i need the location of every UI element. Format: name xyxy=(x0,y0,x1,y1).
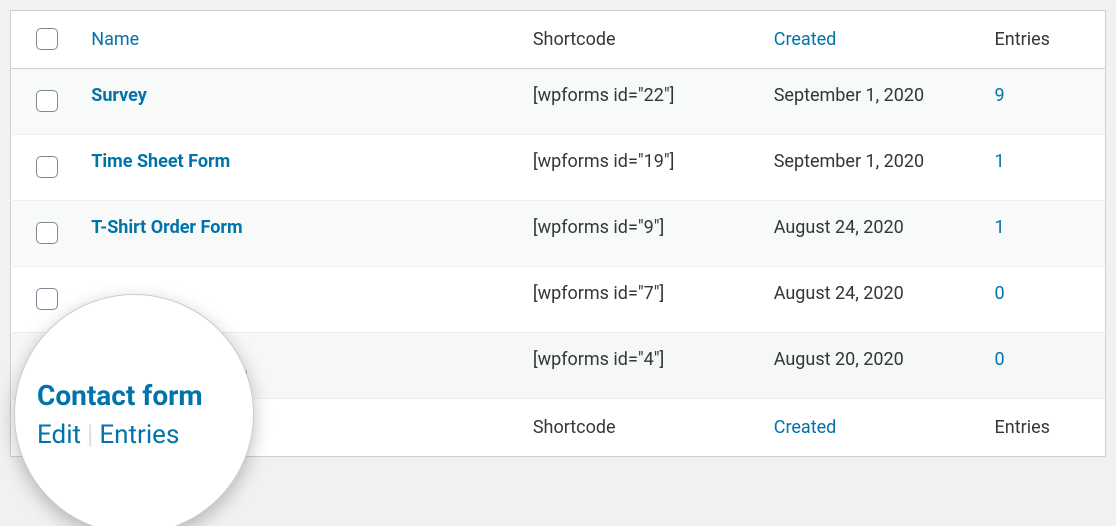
form-title-link[interactable]: Time Sheet Form xyxy=(91,151,230,172)
magnified-row-actions: Edit|Entries xyxy=(37,420,253,450)
table-row: T-Shirt Order Form [wpforms id="9"]August… xyxy=(11,201,1106,267)
header-select-all[interactable] xyxy=(11,11,82,69)
shortcode-cell: [wpforms id="4"] xyxy=(523,333,764,399)
magnified-edit-action[interactable]: Edit xyxy=(37,420,81,450)
header-shortcode: Shortcode xyxy=(523,11,764,69)
shortcode-cell: [wpforms id="9"] xyxy=(523,201,764,267)
magnified-entries-action[interactable]: Entries xyxy=(99,420,179,450)
magnified-form-title: Contact form xyxy=(37,379,253,412)
created-cell: August 24, 2020 xyxy=(764,201,985,267)
form-title-link[interactable]: Survey xyxy=(91,85,147,106)
row-checkbox[interactable] xyxy=(36,222,58,244)
entries-count-link[interactable]: 0 xyxy=(995,349,1005,370)
header-name[interactable]: Name xyxy=(91,29,139,50)
entries-count-link[interactable]: 0 xyxy=(995,283,1005,304)
header-created[interactable]: Created xyxy=(774,29,837,50)
shortcode-cell: [wpforms id="19"] xyxy=(523,135,764,201)
row-checkbox[interactable] xyxy=(36,90,58,112)
row-checkbox[interactable] xyxy=(36,156,58,178)
footer-created[interactable]: Created xyxy=(774,417,837,438)
created-cell: August 24, 2020 xyxy=(764,267,985,333)
select-all-checkbox[interactable] xyxy=(36,28,58,50)
entries-count-link[interactable]: 1 xyxy=(995,217,1005,238)
row-checkbox[interactable] xyxy=(36,288,58,310)
form-title-link[interactable]: T-Shirt Order Form xyxy=(91,217,242,238)
entries-count-link[interactable]: 1 xyxy=(995,151,1005,172)
entries-count-link[interactable]: 9 xyxy=(995,85,1005,106)
table-row: Time Sheet Form [wpforms id="19"]Septembe… xyxy=(11,135,1106,201)
created-cell: August 20, 2020 xyxy=(764,333,985,399)
header-entries: Entries xyxy=(985,11,1106,69)
created-cell: September 1, 2020 xyxy=(764,69,985,135)
shortcode-cell: [wpforms id="22"] xyxy=(523,69,764,135)
footer-shortcode: Shortcode xyxy=(523,399,764,457)
magnifier-overlay: Contact form Edit|Entries xyxy=(14,294,254,526)
shortcode-cell: [wpforms id="7"] xyxy=(523,267,764,333)
table-row: Survey [wpforms id="22"]September 1, 2020… xyxy=(11,69,1106,135)
footer-entries: Entries xyxy=(985,399,1106,457)
created-cell: September 1, 2020 xyxy=(764,135,985,201)
